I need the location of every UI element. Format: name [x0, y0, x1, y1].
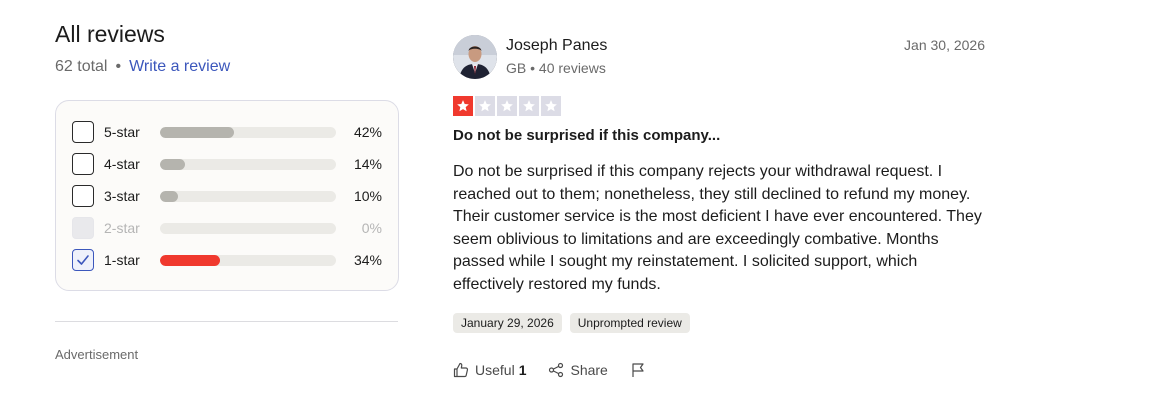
filter-label: 3-star — [104, 188, 140, 204]
filter-percent: 0% — [361, 220, 382, 236]
filter-row-1-star[interactable]: 1-star 34% — [72, 244, 382, 276]
avatar[interactable] — [453, 35, 497, 79]
section-title: All reviews — [55, 21, 165, 47]
thumbs-up-icon — [453, 362, 469, 377]
rating-bar-track — [160, 126, 336, 138]
unprompted-review-tag[interactable]: Unprompted review — [569, 312, 690, 333]
checkbox-4-star[interactable] — [72, 153, 94, 175]
star-icon — [475, 96, 495, 116]
report-button[interactable] — [630, 362, 652, 378]
filter-row-4-star[interactable]: 4-star 14% — [72, 148, 382, 180]
rating-bar-track — [160, 158, 336, 170]
review-title[interactable]: Do not be surprised if this company... — [453, 127, 985, 144]
star-icon — [519, 96, 539, 116]
filter-row-5-star[interactable]: 5-star 42% — [72, 116, 382, 148]
reviews-summary: All reviews 62 total • Write a review 5-… — [55, 20, 399, 291]
reviewer-name[interactable]: Joseph Panes — [506, 36, 607, 56]
reviews-subline: 62 total • Write a review — [55, 58, 398, 76]
filter-row-3-star[interactable]: 3-star 10% — [72, 180, 382, 212]
reviewer-info: Joseph Panes GB • 40 reviews — [506, 35, 607, 76]
rating-bar-fill — [160, 190, 178, 202]
filter-percent: 14% — [353, 156, 382, 172]
share-button[interactable]: Share — [548, 361, 608, 378]
rating-bar-track — [160, 190, 336, 202]
rating-bar-fill — [160, 158, 185, 170]
checkbox-5-star[interactable] — [72, 121, 94, 143]
review-header: Joseph Panes GB • 40 reviews Jan 30, 202… — [453, 35, 985, 79]
share-icon — [549, 362, 564, 377]
review-date: Jan 30, 2026 — [904, 37, 985, 53]
star-icon — [541, 96, 561, 116]
filter-percent: 34% — [353, 252, 382, 268]
filter-row-2-star: 2-star 0% — [72, 212, 382, 244]
flag-icon — [632, 362, 644, 377]
review-body: Do not be surprised if this company reje… — [453, 163, 982, 293]
review-tags: January 29, 2026 Unprompted review — [453, 312, 985, 333]
experience-date-tag: January 29, 2026 — [453, 312, 562, 333]
advertisement-label: Advertisement — [55, 347, 139, 362]
useful-button[interactable]: Useful 1 — [453, 362, 526, 378]
useful-label: Useful — [475, 361, 515, 378]
checkbox-3-star[interactable] — [72, 185, 94, 207]
reviewer-meta: GB • 40 reviews — [506, 60, 606, 76]
filter-label: 4-star — [104, 156, 140, 172]
review-card: Joseph Panes GB • 40 reviews Jan 30, 202… — [453, 35, 985, 378]
separator-dot: • — [115, 58, 122, 75]
total-count: 62 total — [55, 58, 108, 75]
star-icon — [497, 96, 517, 116]
rating-bar-fill — [160, 126, 234, 138]
useful-count: 1 — [518, 361, 527, 378]
rating-bar-track — [160, 222, 336, 234]
filter-label: 1-star — [104, 252, 140, 268]
filter-percent: 42% — [353, 124, 382, 140]
rating-bar-fill — [160, 254, 220, 266]
filter-label: 2-star — [104, 220, 140, 236]
check-icon — [77, 255, 89, 265]
share-label: Share — [570, 361, 608, 378]
star-filter-card: 5-star 42% 4-star 14% 3-star 10% 2-star … — [55, 100, 399, 291]
write-review-link[interactable]: Write a review — [129, 58, 230, 76]
review-actions: Useful 1 Share — [453, 362, 985, 378]
filter-percent: 10% — [353, 188, 382, 204]
checkbox-1-star[interactable] — [72, 249, 94, 271]
star-icon — [453, 96, 473, 116]
section-divider — [55, 321, 398, 322]
star-rating — [453, 96, 985, 116]
checkbox-2-star — [72, 217, 94, 239]
filter-label: 5-star — [104, 124, 140, 140]
rating-bar-track — [160, 254, 336, 266]
